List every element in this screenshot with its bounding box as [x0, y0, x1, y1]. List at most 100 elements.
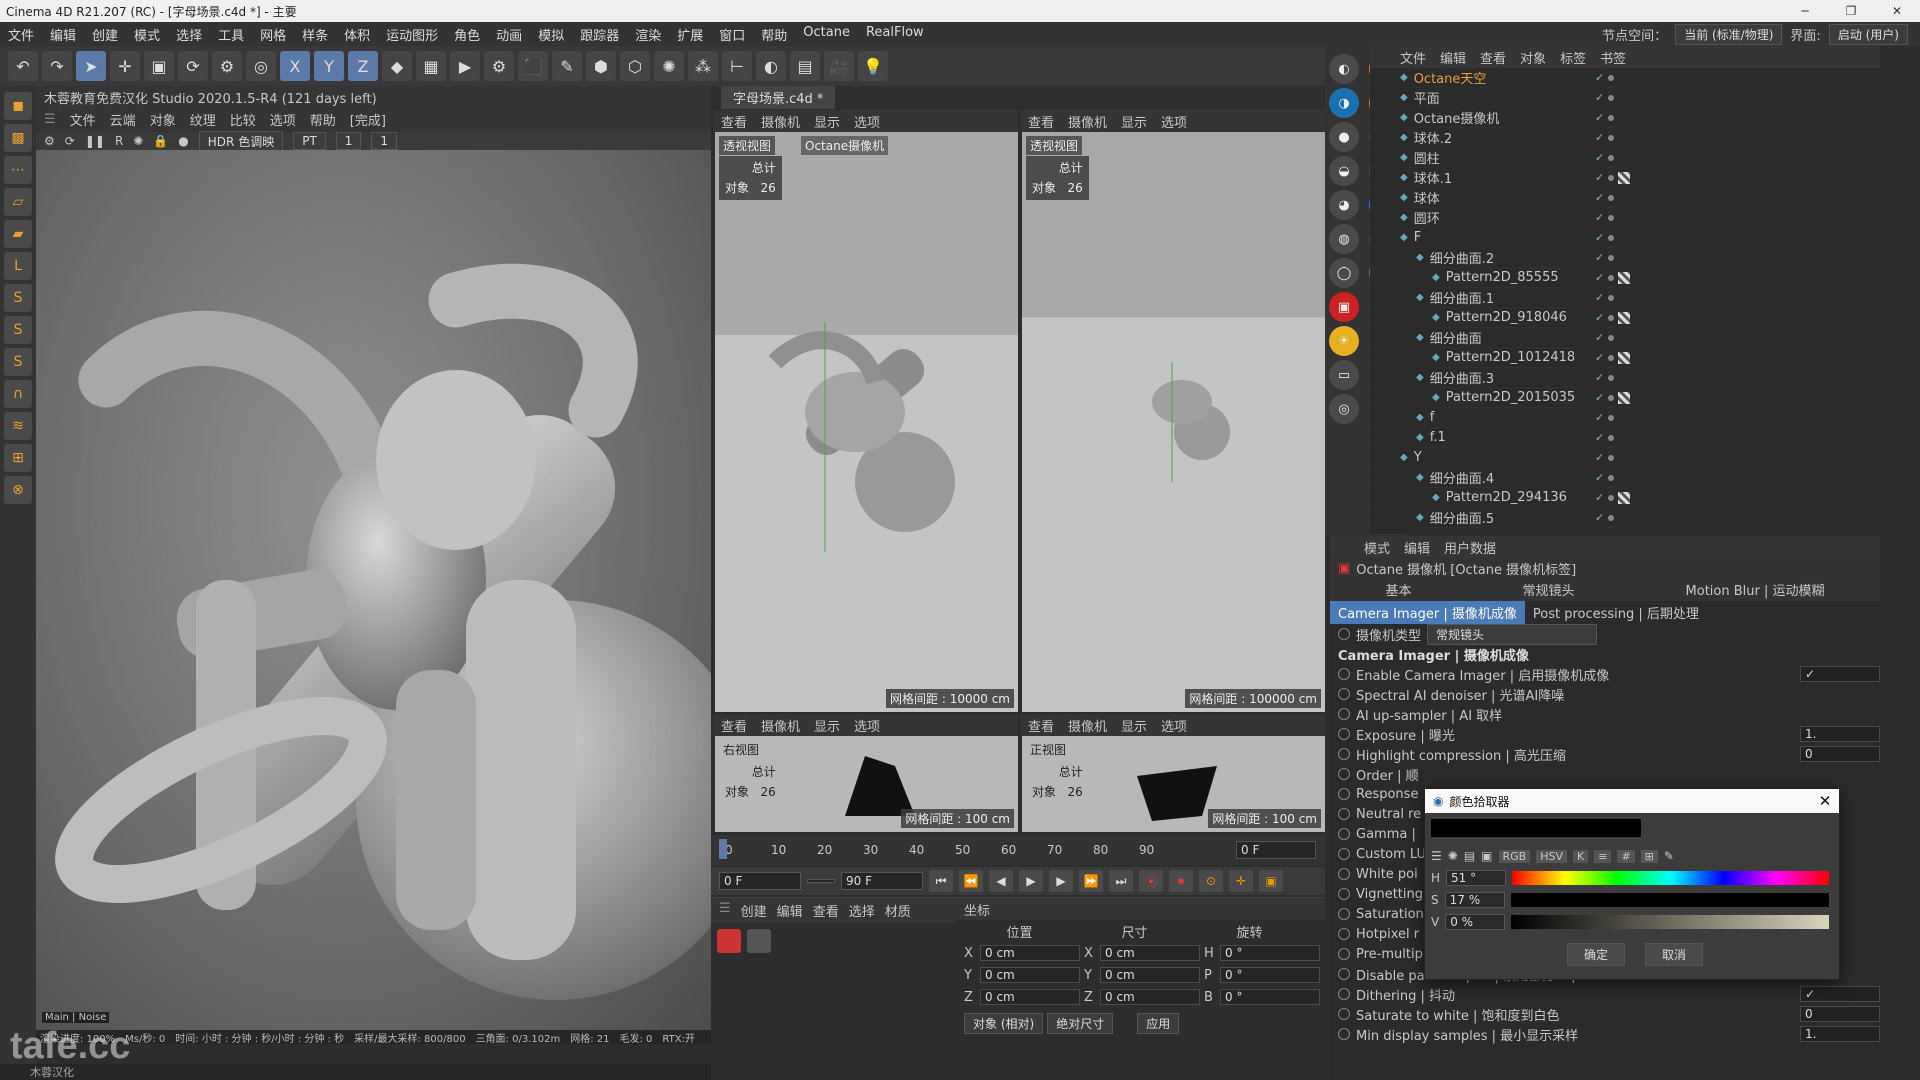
menu-item[interactable]: 窗口: [711, 25, 753, 44]
mix-material-icon[interactable]: ◍: [1329, 224, 1359, 254]
object-row[interactable]: ◆ F ✓: [1370, 228, 1880, 248]
render-camera-icon[interactable]: ▣: [1329, 292, 1359, 322]
render-view-icon[interactable]: ▶: [450, 51, 480, 81]
attr-radio-icon[interactable]: [1338, 888, 1350, 900]
material-menu-item[interactable]: 选择: [849, 901, 875, 920]
visibility-check-icon[interactable]: ✓: [1595, 91, 1604, 104]
visibility-check-icon[interactable]: ✓: [1595, 471, 1604, 484]
object-row[interactable]: ◆ 细分曲面.4 ✓: [1370, 468, 1880, 488]
attr-value[interactable]: 1.: [1800, 726, 1880, 742]
viewport-menu-item[interactable]: 选项: [854, 112, 880, 131]
checker-sphere-icon[interactable]: ◕: [1329, 190, 1359, 220]
attr-radio-icon[interactable]: [1338, 948, 1350, 960]
object-menu-item[interactable]: 编辑: [1440, 48, 1466, 67]
viewport-menu-item[interactable]: 查看: [721, 112, 747, 131]
viewport-menu-item[interactable]: 显示: [814, 112, 840, 131]
attr-radio-icon[interactable]: [1338, 848, 1350, 860]
scale-tool-icon[interactable]: ▣: [144, 51, 174, 81]
kernel-dropdown[interactable]: PT: [293, 132, 326, 150]
camera-type-dropdown[interactable]: 常规镜头: [1427, 623, 1598, 645]
attr-menu-item[interactable]: 编辑: [1404, 538, 1430, 557]
points-mode-icon[interactable]: ⋯: [4, 156, 32, 184]
visibility-check-icon[interactable]: ✓: [1595, 331, 1604, 344]
material-tag-icon[interactable]: [1618, 271, 1631, 284]
layout-dropdown[interactable]: 启动 (用户): [1828, 23, 1908, 45]
deformer-icon[interactable]: ⊢: [722, 51, 752, 81]
object-row[interactable]: ◆ 细分曲面.5 ✓: [1370, 508, 1880, 528]
viewport-right[interactable]: 右视图 总计 对象 26 网格间距 : 100 cm: [715, 736, 1018, 832]
coord-field[interactable]: 0 cm: [1100, 989, 1200, 1005]
visibility-check-icon[interactable]: ✓: [1595, 111, 1604, 124]
render-dot-icon[interactable]: [1608, 94, 1615, 101]
viewport-menu-item[interactable]: 摄像机: [1068, 112, 1107, 131]
menu-item[interactable]: 编辑: [42, 25, 84, 44]
keyframe-sel-icon[interactable]: ⊙: [1199, 870, 1223, 892]
menu-item[interactable]: 样条: [294, 25, 336, 44]
render-dot-icon[interactable]: [1608, 314, 1615, 321]
snap-s3-icon[interactable]: S: [4, 348, 32, 376]
playhead[interactable]: [719, 839, 727, 859]
attr-row[interactable]: Spectral AI denoiser | 光谱AI降噪: [1330, 684, 1880, 704]
render-dot-icon[interactable]: [1608, 374, 1615, 381]
x-axis-icon[interactable]: X: [280, 51, 310, 81]
select-tool-icon[interactable]: ➤: [76, 51, 106, 81]
object-row[interactable]: ◆ 圆环 ✓: [1370, 208, 1880, 228]
picker-image-icon[interactable]: ▣: [1481, 849, 1492, 863]
region-icon[interactable]: R: [115, 134, 123, 148]
snap-s2-icon[interactable]: S: [4, 316, 32, 344]
light-icon[interactable]: 💡: [858, 51, 888, 81]
render-dot-icon[interactable]: [1608, 454, 1615, 461]
render-dot-icon[interactable]: [1608, 294, 1615, 301]
picker-bars-icon[interactable]: ☰: [1431, 849, 1442, 863]
value-field-1[interactable]: 1: [335, 132, 362, 150]
attr-row[interactable]: Min display samples | 最小显示采样 1.: [1330, 1024, 1880, 1044]
render-dot-icon[interactable]: [1608, 274, 1615, 281]
node-space-dropdown[interactable]: 当前 (标准/物理): [1675, 23, 1783, 45]
play-icon[interactable]: ▶: [1019, 870, 1043, 892]
attr-radio-icon[interactable]: [1338, 968, 1350, 980]
material-ball-icon[interactable]: ●: [1329, 122, 1359, 152]
pos-key-icon[interactable]: ✛: [1229, 870, 1253, 892]
next-frame-icon[interactable]: ▶: [1049, 870, 1073, 892]
menu-item[interactable]: 帮助: [753, 25, 795, 44]
visibility-check-icon[interactable]: ✓: [1595, 431, 1604, 444]
attr-radio-icon[interactable]: [1338, 708, 1350, 720]
object-menu-item[interactable]: 查看: [1480, 48, 1506, 67]
object-row[interactable]: ◆ Pattern2D_1012418 ✓: [1370, 348, 1880, 368]
menu-item[interactable]: 动画: [488, 25, 530, 44]
prev-key-icon[interactable]: ⏪: [959, 870, 983, 892]
scale-key-icon[interactable]: ▣: [1259, 870, 1283, 892]
material-swatch[interactable]: [717, 929, 741, 953]
coord-mode-dropdown[interactable]: 对象 (相对): [964, 1012, 1044, 1034]
viewport-menu-item[interactable]: 摄像机: [761, 716, 800, 735]
attr-radio-icon[interactable]: [1338, 788, 1350, 800]
visibility-check-icon[interactable]: ✓: [1595, 291, 1604, 304]
current-frame-field[interactable]: 0 F: [1236, 841, 1316, 859]
glossy-sphere-icon[interactable]: ◯: [1329, 258, 1359, 288]
attr-radio-icon[interactable]: [1338, 908, 1350, 920]
field-icon[interactable]: ◐: [756, 51, 786, 81]
menu-item[interactable]: 跟踪器: [572, 25, 627, 44]
texture-mode-icon[interactable]: ▩: [4, 124, 32, 152]
render-dot-icon[interactable]: [1608, 354, 1615, 361]
rotate-tool-icon[interactable]: ⟳: [178, 51, 208, 81]
settings-icon[interactable]: ⚙: [44, 134, 55, 148]
live-viewer-menu-item[interactable]: 文件: [70, 110, 96, 129]
object-row[interactable]: ◆ 球体.1 ✓: [1370, 168, 1880, 188]
object-row[interactable]: ◆ 细分曲面 ✓: [1370, 328, 1880, 348]
menu-item[interactable]: 网格: [252, 25, 294, 44]
attr-radio-icon[interactable]: [1338, 748, 1350, 760]
viewport-menu-item[interactable]: 摄像机: [761, 112, 800, 131]
recent-tool-icon[interactable]: ⚙: [212, 51, 242, 81]
object-menu-item[interactable]: 对象: [1520, 48, 1546, 67]
visibility-check-icon[interactable]: ✓: [1595, 271, 1604, 284]
eyedropper-icon[interactable]: ✎: [1664, 849, 1674, 863]
material-menu-item[interactable]: 查看: [813, 901, 839, 920]
visibility-check-icon[interactable]: ✓: [1595, 251, 1604, 264]
picker-mode-button[interactable]: HSV: [1536, 849, 1568, 863]
cancel-button[interactable]: 取消: [1645, 942, 1704, 966]
object-row[interactable]: ◆ 细分曲面.3 ✓: [1370, 368, 1880, 388]
attr-radio-icon[interactable]: [1338, 988, 1350, 1000]
viewport-menu-item[interactable]: 查看: [1028, 716, 1054, 735]
material-tag-icon[interactable]: [1618, 171, 1631, 184]
